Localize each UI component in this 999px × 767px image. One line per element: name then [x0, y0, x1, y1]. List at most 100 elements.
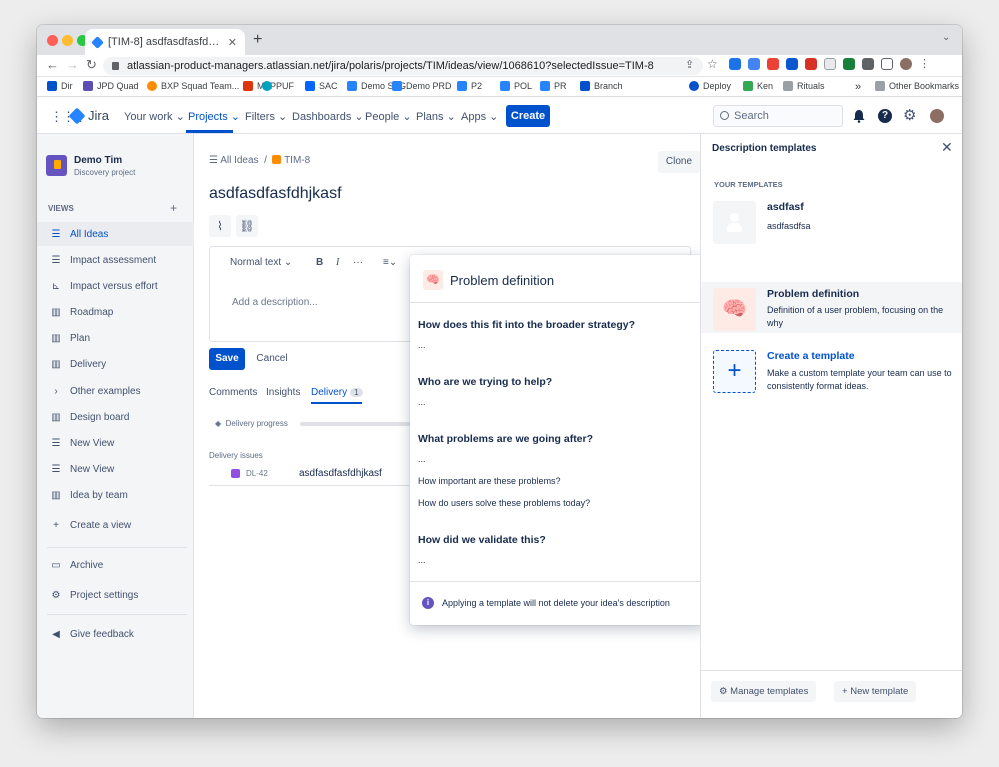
new-template-button[interactable]: + New template — [834, 681, 917, 702]
settings-gear-icon[interactable]: ⚙ — [903, 108, 917, 123]
issue-key[interactable]: DL-42 — [246, 469, 268, 478]
sidebar-item-archive[interactable]: ▭ Archive — [37, 553, 194, 577]
sidebar-item-idea-by-team[interactable]: ▥ Idea by team — [37, 483, 194, 507]
bookmark-item[interactable]: PR — [540, 81, 567, 91]
sidebar-item-impact-assessment[interactable]: ☰ Impact assessment — [37, 248, 194, 272]
nav-people[interactable]: People ⌄ — [365, 110, 412, 123]
url-field[interactable]: atlassian-product-managers.atlassian.net… — [103, 57, 703, 75]
nav-filters[interactable]: Filters ⌄ — [245, 110, 287, 123]
extension-icon[interactable] — [748, 58, 760, 70]
other-bookmarks[interactable]: Other Bookmarks — [875, 81, 959, 91]
plus-icon: + — [713, 350, 756, 393]
bookmark-item[interactable]: Deploy — [689, 81, 731, 91]
add-view-icon[interactable]: + — [170, 201, 177, 215]
bold-button[interactable]: B — [316, 257, 323, 268]
create-button[interactable]: Create — [506, 105, 550, 127]
italic-button[interactable]: I — [336, 257, 339, 268]
tab-search-icon[interactable]: ⌄ — [942, 32, 950, 43]
notifications-icon[interactable] — [852, 109, 866, 123]
manage-templates-button[interactable]: ⚙ Manage templates — [711, 681, 817, 702]
search-input[interactable]: Search — [713, 105, 843, 127]
close-tab-icon[interactable]: ✕ — [228, 36, 237, 49]
extension-icon[interactable] — [767, 58, 779, 70]
extension-icon[interactable] — [729, 58, 741, 70]
folder-icon — [783, 81, 793, 91]
more-bookmarks-chevron[interactable]: » — [855, 81, 861, 93]
extension-icon[interactable] — [824, 58, 836, 70]
breadcrumb-all-ideas[interactable]: All Ideas — [220, 155, 258, 166]
sidebar-create-view[interactable]: + Create a view — [37, 513, 194, 537]
profile-avatar[interactable] — [900, 58, 912, 70]
template-item-asdfasf[interactable]: asdfasf asdfasdfsa — [701, 195, 962, 246]
tab-insights[interactable]: Insights — [266, 387, 300, 398]
bookmark-item[interactable]: Branch — [580, 81, 623, 91]
sidebar-item-all-ideas[interactable]: ☰ All Ideas — [37, 222, 194, 246]
bookmark-item[interactable]: JPD Quad — [83, 81, 139, 91]
create-template-item[interactable]: + Create a template Make a custom templa… — [701, 344, 962, 395]
user-avatar[interactable] — [930, 109, 944, 123]
delivery-issue-row[interactable]: DL-42 asdfasdfasfdhjkasf — [209, 462, 409, 486]
issue-summary[interactable]: asdfasdfasfdhjkasf — [299, 468, 382, 479]
project-avatar[interactable] — [46, 155, 67, 176]
nav-dashboards[interactable]: Dashboards ⌄ — [292, 110, 364, 123]
link-icon[interactable]: ⛓ — [236, 215, 258, 237]
help-icon[interactable]: ? — [878, 109, 892, 123]
text-style-dropdown[interactable]: Normal text ⌄ — [230, 257, 292, 268]
reload-icon[interactable]: ↻ — [86, 57, 97, 73]
sidebar-item-give-feedback[interactable]: ◀ Give feedback — [37, 622, 194, 646]
close-window-button[interactable] — [47, 35, 58, 46]
new-tab-button[interactable]: + — [253, 31, 262, 49]
extension-icon[interactable] — [843, 58, 855, 70]
extension-icon[interactable] — [786, 58, 798, 70]
nav-projects[interactable]: Projects ⌄ — [188, 110, 240, 123]
extension-icon[interactable] — [805, 58, 817, 70]
project-name[interactable]: Demo Tim — [74, 155, 122, 166]
sidebar-item-project-settings[interactable]: ⚙ Project settings — [37, 583, 194, 607]
bookmark-item[interactable]: P2 — [457, 81, 482, 91]
bookmark-item[interactable]: Ken — [743, 81, 773, 91]
back-icon[interactable]: ← — [46, 57, 59, 72]
bookmark-star-icon[interactable]: ☆ — [707, 57, 718, 71]
idea-title[interactable]: asdfasdfasfdhjkasf — [209, 185, 342, 203]
sidebar-item-impact-versus-effort[interactable]: ⊾ Impact versus effort — [37, 274, 194, 298]
close-icon[interactable]: ✕ — [941, 139, 953, 156]
bookmark-item[interactable]: Rituals — [783, 81, 825, 91]
cancel-button[interactable]: Cancel — [249, 348, 295, 370]
tab-delivery[interactable]: Delivery 1 — [311, 387, 363, 398]
bookmark-item[interactable]: SAC — [305, 81, 338, 91]
bookmark-item[interactable]: BXP Squad Team... — [147, 81, 239, 91]
bookmark-item[interactable]: Dir — [47, 81, 73, 91]
menu-kebab-icon[interactable]: ⋮ — [919, 58, 930, 70]
nav-your-work[interactable]: Your work ⌄ — [124, 110, 185, 123]
minimize-window-button[interactable] — [62, 35, 73, 46]
save-button[interactable]: Save — [209, 348, 245, 370]
jira-logo[interactable]: Jira — [68, 107, 109, 124]
sidebar-item-roadmap[interactable]: ▥ Roadmap — [37, 300, 194, 324]
share-icon[interactable]: ⇪ — [685, 58, 694, 71]
sidebar-item-plan[interactable]: ▥ Plan — [37, 326, 194, 350]
folder-icon — [875, 81, 885, 91]
text-style-label: Normal text — [230, 257, 282, 268]
more-formatting-button[interactable]: ··· — [353, 257, 363, 268]
template-item-problem-definition[interactable]: 🧠 Problem definition Definition of a use… — [701, 282, 962, 333]
bookmark-item[interactable]: Demo PRD — [392, 81, 452, 91]
nav-label: Dashboards — [292, 111, 352, 123]
sidebar-item-design-board[interactable]: ▥ Design board — [37, 405, 194, 429]
align-icon[interactable]: ≡⌄ — [383, 257, 397, 268]
sidebar-item-delivery[interactable]: ▥ Delivery — [37, 352, 194, 376]
clone-button[interactable]: Clone — [658, 151, 700, 173]
forward-icon[interactable]: → — [66, 57, 79, 72]
sidebar-item-other-examples[interactable]: › Other examples — [37, 379, 194, 403]
tab-comments[interactable]: Comments — [209, 387, 257, 398]
bookmark-item[interactable]: POL — [500, 81, 532, 91]
breadcrumb-issue-key[interactable]: TIM-8 — [284, 155, 310, 166]
browser-tab[interactable]: [TIM-8] asdfasdfasfdhjkasf - Di ✕ — [85, 29, 245, 55]
puzzle-icon[interactable] — [862, 58, 874, 70]
sidebar-item-new-view[interactable]: ☰ New View — [37, 457, 194, 481]
sidebar-item-new-view[interactable]: ☰ New View — [37, 431, 194, 455]
nav-apps[interactable]: Apps ⌄ — [461, 110, 498, 123]
attachment-icon[interactable]: ⌇ — [209, 215, 231, 237]
bookmark-item[interactable]: PUF — [262, 81, 294, 91]
sidepanel-icon[interactable] — [881, 58, 893, 70]
nav-plans[interactable]: Plans ⌄ — [416, 110, 456, 123]
